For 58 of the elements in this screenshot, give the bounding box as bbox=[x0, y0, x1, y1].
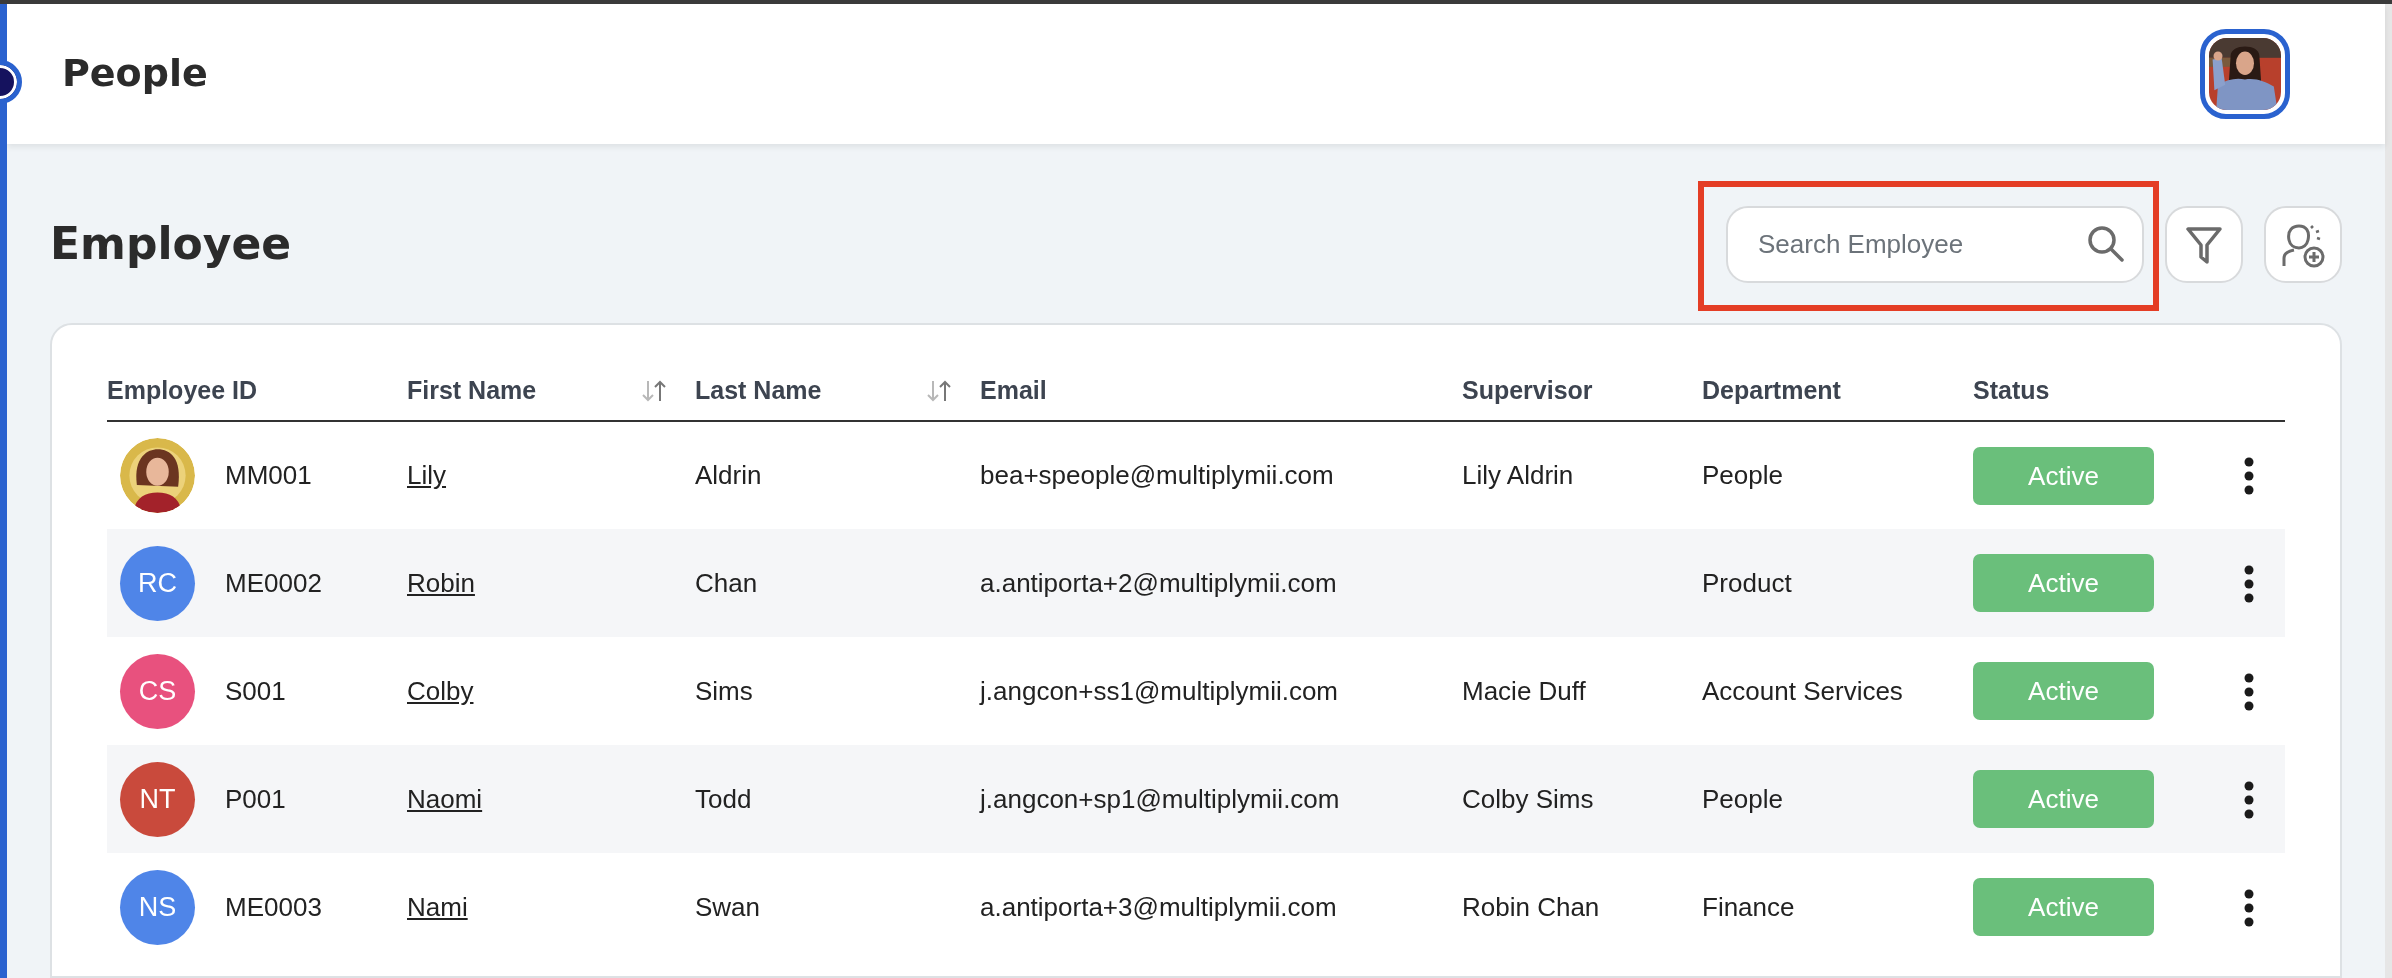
employee-id: S001 bbox=[225, 674, 286, 708]
avatar: NT bbox=[120, 761, 195, 837]
first-name-link[interactable]: Naomi bbox=[407, 783, 483, 814]
status-badge: Active bbox=[1973, 878, 2154, 936]
supervisor-name: Macie Duff bbox=[1462, 675, 1586, 706]
department: People bbox=[1702, 783, 1783, 814]
column-header: Status bbox=[1973, 374, 2050, 406]
last-name: Chan bbox=[695, 567, 758, 598]
page-header-title: People bbox=[62, 51, 208, 97]
status-badge: Active bbox=[1973, 662, 2154, 720]
email: j.angcon+ss1@multiplymii.com bbox=[980, 675, 1339, 706]
department: Account Services bbox=[1702, 675, 1903, 706]
employee-id: ME0002 bbox=[225, 566, 322, 600]
employee-id: ME0003 bbox=[225, 890, 322, 924]
more-options-icon[interactable] bbox=[2243, 456, 2255, 497]
employee-id: MM001 bbox=[225, 459, 312, 492]
search-field[interactable]: Search Employee bbox=[1726, 206, 2144, 283]
filter-icon bbox=[2185, 224, 2223, 265]
column-header: Department bbox=[1702, 374, 1841, 406]
status-badge: Active bbox=[1973, 554, 2154, 612]
email: a.antiporta+2@multiplymii.com bbox=[980, 567, 1337, 598]
first-name-link[interactable]: Nami bbox=[407, 891, 468, 922]
email: bea+speople@multiplymii.com bbox=[980, 460, 1334, 490]
column-header: Last Name bbox=[695, 374, 822, 406]
more-options-icon[interactable] bbox=[2243, 887, 2255, 928]
filter-button[interactable] bbox=[2165, 206, 2243, 283]
column-header: Supervisor bbox=[1462, 374, 1593, 406]
avatar: NS bbox=[120, 869, 195, 945]
status-badge: Active bbox=[1973, 446, 2154, 505]
search-icon[interactable] bbox=[2086, 224, 2126, 264]
last-name: Todd bbox=[695, 783, 752, 814]
supervisor-name: Colby Sims bbox=[1462, 783, 1594, 814]
column-header: Email bbox=[980, 374, 1047, 406]
column-header: First Name bbox=[407, 374, 537, 406]
department: Product bbox=[1702, 567, 1792, 598]
email: j.angcon+sp1@multiplymii.com bbox=[980, 783, 1340, 814]
last-name: Sims bbox=[695, 675, 753, 706]
employee-id: P001 bbox=[225, 782, 286, 816]
status-badge: Active bbox=[1973, 770, 2154, 828]
first-name-link[interactable]: Colby bbox=[407, 675, 474, 706]
more-options-icon[interactable] bbox=[2243, 779, 2255, 820]
email: a.antiporta+3@multiplymii.com bbox=[980, 891, 1337, 922]
section-title: Employee bbox=[50, 218, 292, 271]
avatar: RC bbox=[120, 545, 195, 621]
add-user-button[interactable] bbox=[2264, 206, 2342, 283]
first-name-link[interactable]: Robin bbox=[407, 567, 475, 598]
last-name: Swan bbox=[695, 891, 761, 922]
supervisor-name: Lily Aldrin bbox=[1462, 460, 1574, 490]
department: People bbox=[1702, 460, 1783, 490]
column-header: Employee ID bbox=[107, 374, 258, 406]
more-options-icon[interactable] bbox=[2243, 671, 2255, 712]
department: Finance bbox=[1702, 891, 1795, 922]
supervisor-name: Robin Chan bbox=[1462, 891, 1600, 922]
more-options-icon[interactable] bbox=[2243, 563, 2255, 604]
user-avatar[interactable] bbox=[2200, 29, 2290, 119]
last-name: Aldrin bbox=[695, 460, 762, 490]
avatar: CS bbox=[120, 653, 195, 729]
first-name-link[interactable]: Lily bbox=[407, 460, 446, 490]
